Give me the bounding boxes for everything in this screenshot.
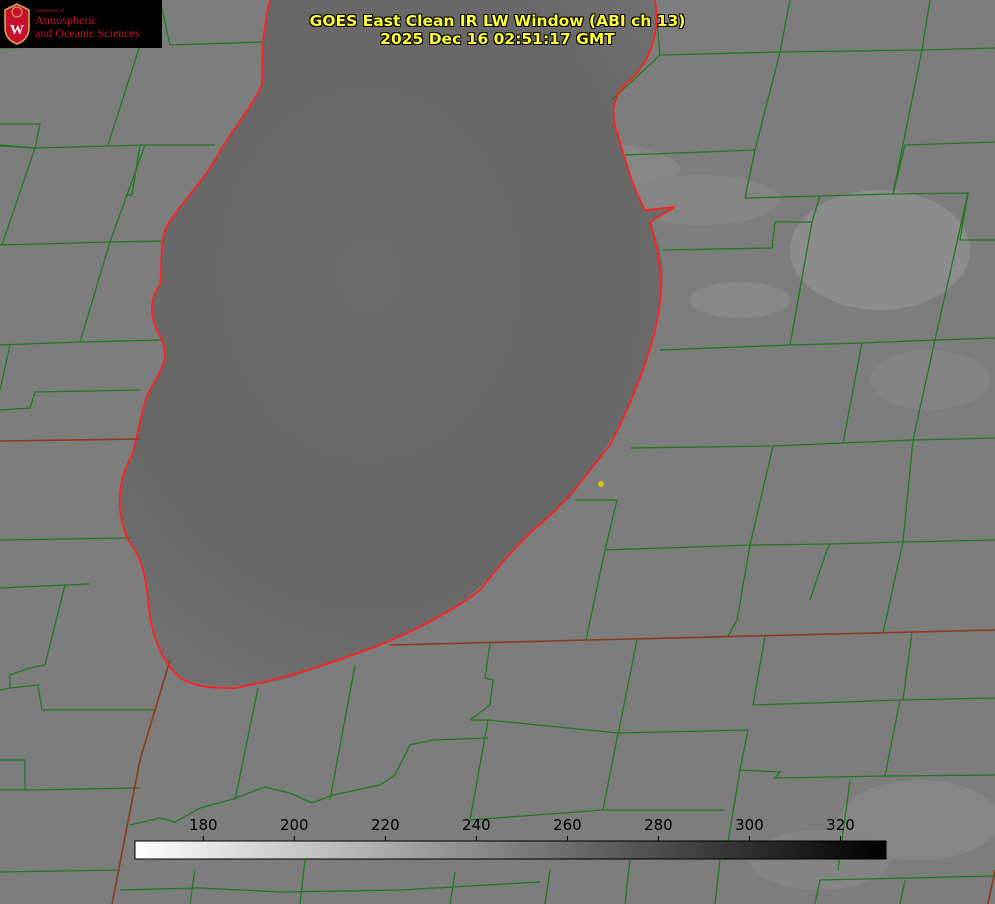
colorbar-tick-label: 260 — [553, 816, 582, 834]
colorbar-tick-label: 220 — [371, 816, 400, 834]
satellite-image: 180 200 220 240 260 280 300 320 — [0, 0, 995, 904]
colorbar-tick-label: 300 — [735, 816, 764, 834]
colorbar-tick-label: 200 — [280, 816, 309, 834]
colorbar-tick-label: 280 — [644, 816, 673, 834]
colorbar-tick-label: 240 — [462, 816, 491, 834]
colorbar-gradient — [134, 840, 887, 860]
colorbar-tick-label: 320 — [826, 816, 855, 834]
location-marker — [598, 481, 604, 487]
satellite-map-view: 180 200 220 240 260 280 300 320 W Department of… — [0, 0, 995, 904]
product-title: GOES East Clean IR LW Window (ABI ch 13) — [309, 12, 686, 30]
image-timestamp: 2025 Dec 16 02:51:17 GMT — [380, 30, 615, 48]
image-title: GOES East Clean IR LW Window (ABI ch 13)… — [0, 12, 995, 48]
colorbar-tick-label: 180 — [189, 816, 218, 834]
